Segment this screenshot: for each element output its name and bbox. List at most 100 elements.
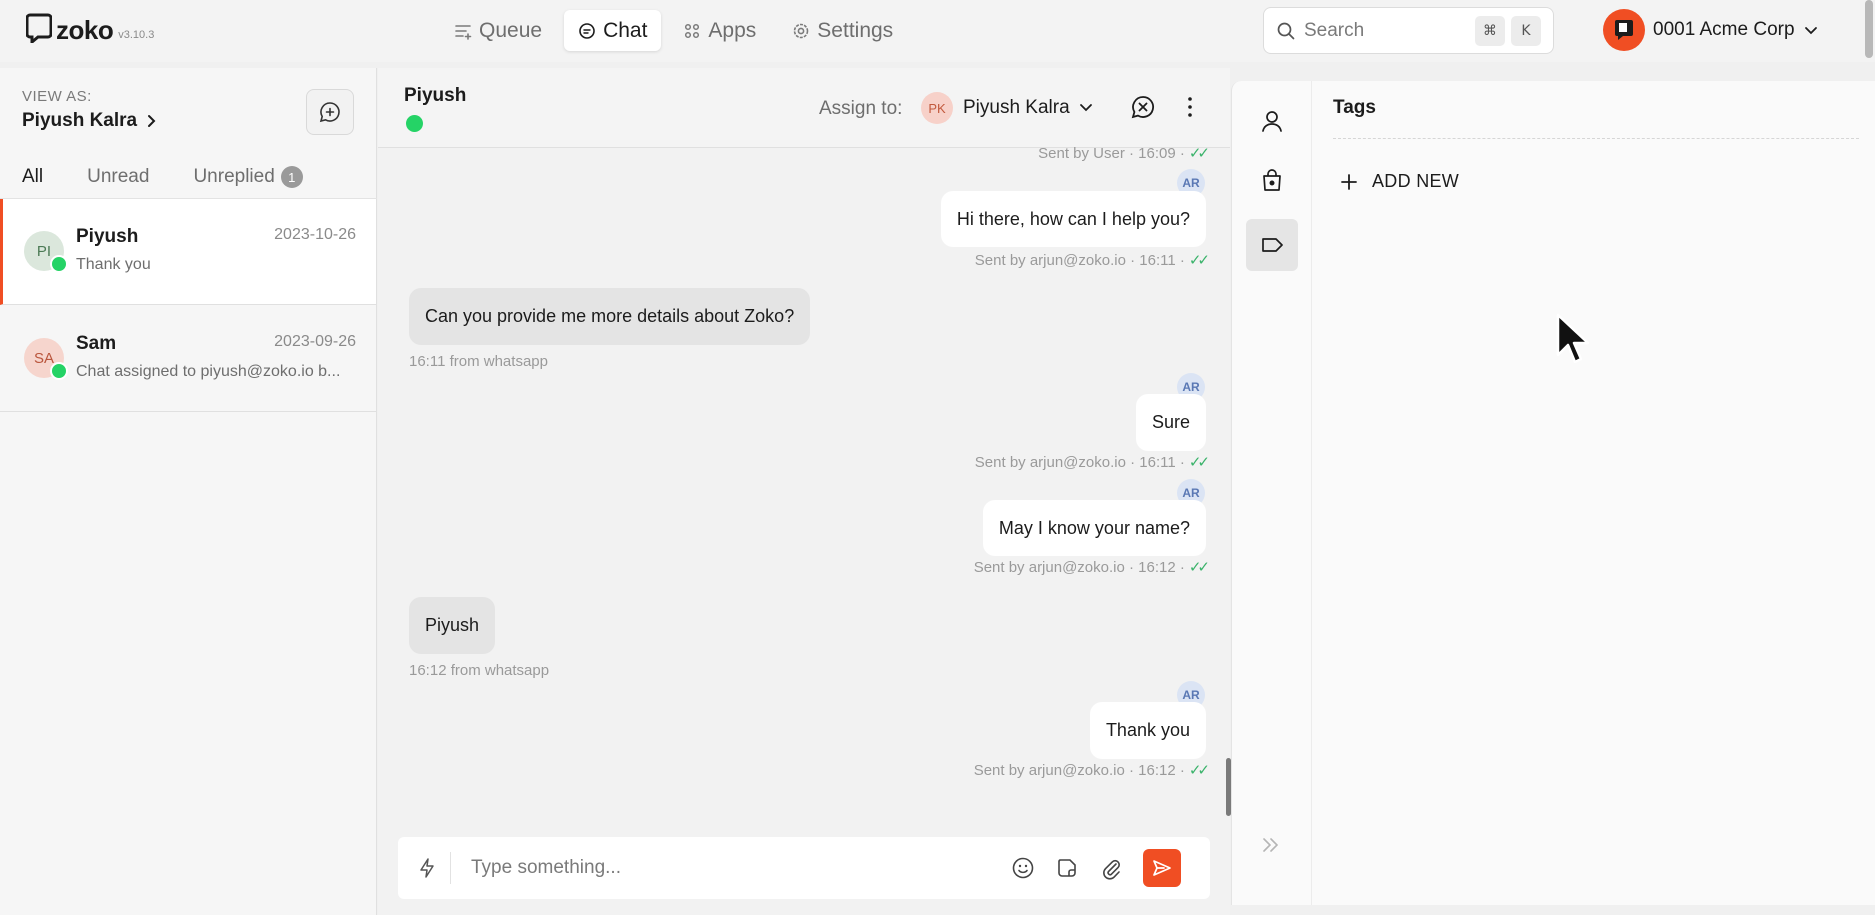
account-name: 0001 Acme Corp bbox=[1653, 19, 1795, 40]
send-icon bbox=[1153, 860, 1171, 876]
message-text: Hi there, how can I help you? bbox=[956, 208, 1190, 229]
message-meta: Sent by arjun@zoko.io · 16:12 · ✓✓ bbox=[973, 559, 1210, 576]
quick-reply-bolt-icon[interactable] bbox=[416, 857, 438, 879]
top-bar: zoko v3.10.3 Queue Chat Apps Settings Se… bbox=[0, 0, 1875, 62]
search-box[interactable]: Search ⌘ K bbox=[1263, 7, 1554, 54]
view-as-selector[interactable]: Piyush Kalra bbox=[22, 110, 159, 132]
plus-icon bbox=[1341, 173, 1357, 190]
queue-icon bbox=[455, 24, 472, 40]
assign-label: Assign to: bbox=[819, 98, 903, 119]
details-nav-profile[interactable] bbox=[1246, 95, 1298, 147]
zoko-logo-icon bbox=[25, 13, 53, 46]
conversation-sidebar: VIEW AS: Piyush Kalra All Unread Unrepli… bbox=[0, 68, 377, 915]
send-button[interactable] bbox=[1143, 849, 1181, 887]
brand-version: v3.10.3 bbox=[118, 29, 155, 41]
assignee-avatar[interactable]: PK bbox=[921, 92, 953, 124]
message-meta: 16:12 from whatsapp bbox=[409, 662, 550, 679]
nav-queue[interactable]: Queue bbox=[440, 10, 556, 51]
conversation-name: Sam bbox=[76, 333, 117, 354]
message-text: Can you provide me more details about Zo… bbox=[425, 306, 795, 326]
attachment-icon[interactable] bbox=[1099, 856, 1123, 880]
message-text: Piyush bbox=[425, 615, 480, 635]
message-bubble-incoming: Piyush bbox=[409, 597, 496, 654]
account-switcher[interactable]: 0001 Acme Corp bbox=[1603, 9, 1819, 51]
nav-apps[interactable]: Apps bbox=[669, 10, 770, 51]
tags-title: Tags bbox=[1333, 97, 1376, 118]
shopping-bag-icon bbox=[1263, 169, 1281, 191]
contact-avatar: PI bbox=[24, 231, 68, 273]
nav-chat-label: Chat bbox=[603, 18, 648, 42]
tab-unread[interactable]: Unread bbox=[87, 166, 149, 198]
chevron-down-icon[interactable] bbox=[1078, 99, 1094, 115]
gear-icon bbox=[793, 23, 809, 38]
avatar-initials: SA bbox=[33, 349, 54, 367]
conversation-item[interactable]: PI Piyush 2023-10-26 Thank you bbox=[0, 199, 376, 305]
contact-avatar: SA bbox=[24, 338, 68, 380]
nav-queue-label: Queue bbox=[479, 18, 543, 42]
tab-all[interactable]: All bbox=[11, 166, 54, 200]
composer-divider bbox=[450, 852, 451, 884]
message-meta: 16:11 from whatsapp bbox=[409, 353, 548, 370]
chat-header: Piyush Assign to: PK Piyush Kalra bbox=[378, 68, 1230, 148]
emoji-icon[interactable] bbox=[1011, 856, 1035, 880]
whatsapp-icon bbox=[50, 362, 68, 380]
read-tick-icon: ✓✓ bbox=[1188, 145, 1210, 162]
assignee-dropdown[interactable]: Piyush Kalra bbox=[963, 97, 1070, 119]
message-meta: Sent by arjun@zoko.io · 16:11 · ✓✓ bbox=[974, 454, 1210, 471]
tab-unreplied[interactable]: Unreplied 1 bbox=[193, 166, 303, 198]
read-tick-icon: ✓✓ bbox=[1188, 559, 1210, 576]
tags-divider bbox=[1333, 138, 1859, 139]
conversation-date: 2023-10-26 bbox=[274, 226, 356, 243]
message-bubble-incoming: Can you provide me more details about Zo… bbox=[409, 288, 811, 345]
whatsapp-icon bbox=[406, 115, 423, 132]
search-placeholder: Search bbox=[1304, 19, 1365, 41]
chat-contact-name: Piyush bbox=[404, 85, 467, 106]
details-nav-tags[interactable] bbox=[1246, 219, 1298, 271]
user-icon bbox=[1262, 111, 1282, 132]
details-nav bbox=[1232, 81, 1312, 905]
conversation-tabs: All Unread Unreplied 1 bbox=[11, 166, 347, 200]
page-scrollbar[interactable] bbox=[1865, 0, 1873, 58]
tab-all-label: All bbox=[22, 166, 44, 187]
message-bubble-outgoing: May I know your name? bbox=[982, 500, 1206, 556]
close-chat-icon[interactable] bbox=[1130, 94, 1156, 120]
conversation-name: Piyush bbox=[76, 226, 139, 247]
new-chat-icon bbox=[319, 102, 340, 123]
message-bubble-outgoing: Thank you bbox=[1089, 702, 1206, 759]
unreplied-count-badge: 1 bbox=[280, 166, 303, 188]
brand[interactable]: zoko v3.10.3 bbox=[25, 13, 155, 46]
new-chat-button[interactable] bbox=[306, 89, 354, 135]
main-nav: Queue Chat Apps Settings bbox=[440, 10, 907, 51]
message-bubble-outgoing: Hi there, how can I help you? bbox=[940, 191, 1206, 247]
tag-icon bbox=[1262, 238, 1283, 252]
add-new-label: ADD NEW bbox=[1372, 171, 1460, 191]
tab-unread-label: Unread bbox=[87, 166, 150, 187]
sticker-icon[interactable] bbox=[1055, 856, 1079, 880]
search-icon bbox=[1277, 22, 1295, 39]
read-tick-icon: ✓✓ bbox=[1188, 252, 1210, 269]
more-options-icon[interactable] bbox=[1178, 94, 1202, 120]
add-new-tag-button[interactable]: ADD NEW bbox=[1340, 171, 1459, 192]
shortcut-cmd-key: ⌘ bbox=[1475, 15, 1505, 46]
message-text: Sure bbox=[1151, 412, 1190, 432]
details-nav-orders[interactable] bbox=[1246, 154, 1298, 206]
message-text: Thank you bbox=[1105, 720, 1190, 740]
tab-unreplied-label: Unreplied bbox=[193, 166, 275, 187]
chat-icon bbox=[579, 22, 595, 39]
message-composer bbox=[398, 837, 1210, 899]
view-as-label: VIEW AS: bbox=[22, 88, 92, 105]
read-tick-icon: ✓✓ bbox=[1188, 762, 1210, 779]
contact-details-panel: Tags ADD NEW bbox=[1231, 81, 1875, 905]
collapse-panel-icon[interactable] bbox=[1259, 833, 1283, 857]
avatar-initials: PI bbox=[36, 242, 52, 260]
message-input[interactable] bbox=[471, 857, 991, 879]
message-meta: Sent by arjun@zoko.io · 16:12 · ✓✓ bbox=[973, 762, 1210, 779]
nav-settings-label: Settings bbox=[817, 18, 894, 42]
nav-settings[interactable]: Settings bbox=[778, 10, 907, 51]
conversation-item[interactable]: SA Sam 2023-09-26 Chat assigned to piyus… bbox=[0, 306, 376, 412]
brand-name: zoko bbox=[56, 15, 114, 45]
shortcut-k-key: K bbox=[1511, 15, 1541, 46]
nav-chat[interactable]: Chat bbox=[564, 10, 662, 51]
message-meta: Sent by arjun@zoko.io · 16:11 · ✓✓ bbox=[974, 252, 1210, 269]
message-text: May I know your name? bbox=[998, 517, 1190, 538]
